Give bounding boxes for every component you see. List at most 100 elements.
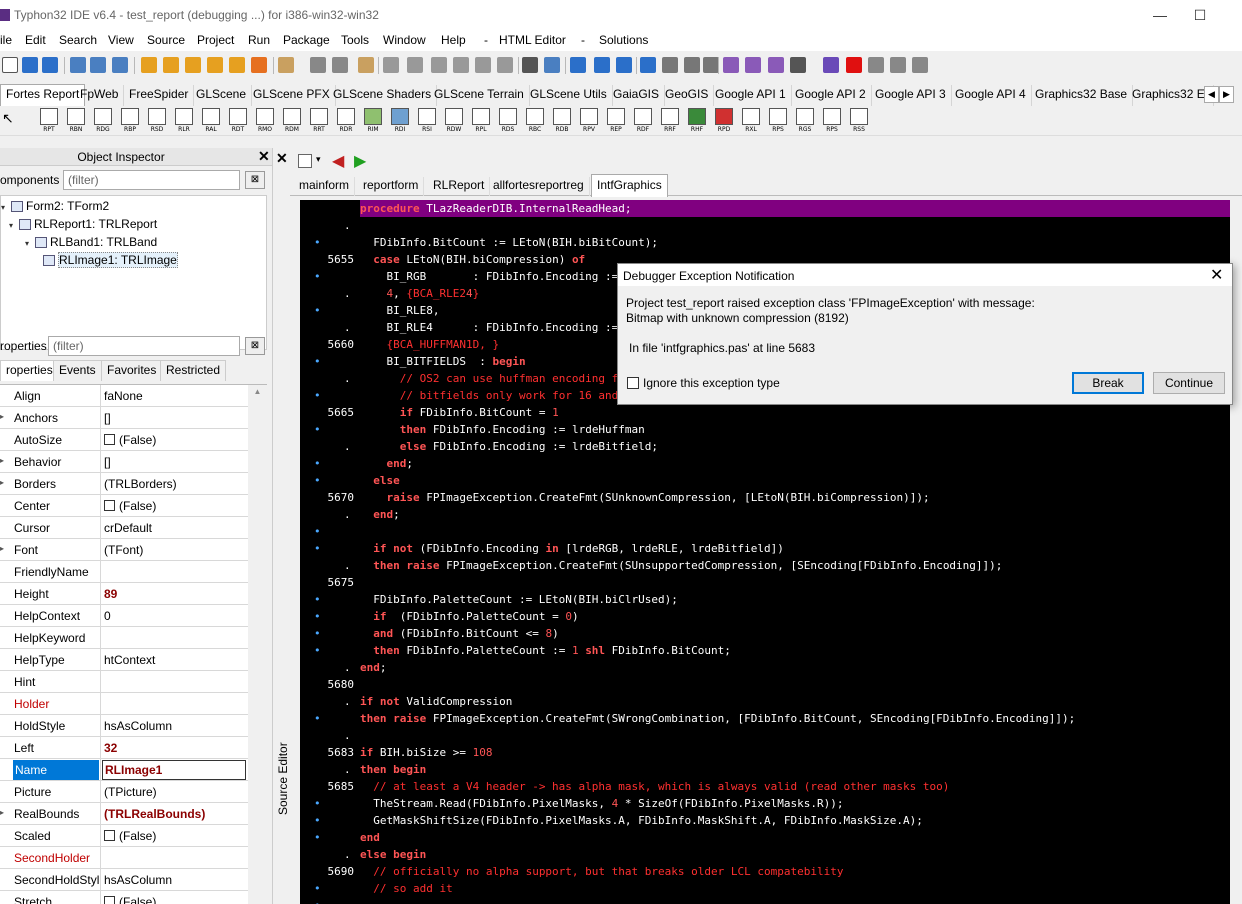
add-to-project-icon[interactable] (497, 57, 513, 73)
name-edit-field[interactable]: RLImage1 (102, 760, 246, 780)
property-row[interactable]: Scaled (False) (0, 825, 248, 847)
tab-glscene[interactable]: GLScene (191, 85, 253, 106)
menu-tools[interactable]: Tools (341, 33, 369, 47)
palette-comp[interactable]: RDR (335, 108, 357, 134)
tab-favorites[interactable]: Favorites (101, 360, 163, 381)
palette-comp[interactable]: RDF (632, 108, 654, 134)
code-tools-icon[interactable] (640, 57, 656, 73)
tab-intfgraphics[interactable]: IntfGraphics (591, 174, 668, 197)
close-icon[interactable]: ✕ (258, 148, 270, 165)
palette-comp[interactable]: RDS (497, 108, 519, 134)
property-row[interactable]: SecondHoldStyl hsAsColumn (0, 869, 248, 891)
palette-comp[interactable]: RBC (524, 108, 546, 134)
collapse-icon[interactable]: ▾ (1, 200, 11, 216)
property-row[interactable]: ▸ Anchors[] (0, 407, 248, 429)
property-row[interactable]: Holder (0, 693, 248, 715)
package-add-icon[interactable] (185, 57, 201, 73)
property-row[interactable]: ▸ Borders (TRLBorders) (0, 473, 248, 495)
back-arrow-icon[interactable]: ◀ (332, 151, 344, 171)
palette-comp[interactable]: RRT (308, 108, 330, 134)
tab-fortes-report[interactable]: Fortes Report (0, 84, 86, 106)
tab-events[interactable]: Events (53, 360, 102, 381)
view-forms-icon[interactable] (407, 57, 423, 73)
tab-freespider[interactable]: FreeSpider (124, 85, 195, 106)
tab-graphics32-ext[interactable]: Graphics32 E: (1127, 85, 1215, 106)
project-inspector-icon[interactable] (475, 57, 491, 73)
palette-comp[interactable]: RDW (443, 108, 465, 134)
property-row[interactable]: ▸ Behavior[] (0, 451, 248, 473)
property-row[interactable]: Cursor crDefault (0, 517, 248, 539)
palette-comp[interactable]: RMO (254, 108, 276, 134)
tab-google-api-4[interactable]: Google API 4 (950, 85, 1032, 106)
property-row[interactable]: Picture (TPicture) (0, 781, 248, 803)
palette-comp[interactable]: RGS (794, 108, 816, 134)
palette-comp[interactable]: RHF (686, 108, 708, 134)
tools-icon[interactable] (662, 57, 678, 73)
scroll-right-icon[interactable]: ▶ (1219, 86, 1234, 103)
property-grid-scrollbar[interactable]: ▲ (248, 385, 267, 904)
tab-graphics32-base[interactable]: Graphics32 Base (1030, 85, 1134, 106)
palette-comp[interactable]: RPT (38, 108, 60, 134)
package-options-icon[interactable] (251, 57, 267, 73)
tab-geogis[interactable]: GeoGIS (660, 85, 715, 106)
menu-source[interactable]: Source (147, 33, 185, 47)
tree-node-rlband1[interactable]: ▾ RLBand1: TRLBand (25, 234, 157, 250)
view-units-icon[interactable] (383, 57, 399, 73)
property-row[interactable]: ▸ Font (TFont) (0, 539, 248, 561)
toggle-form-icon[interactable] (431, 57, 447, 73)
new-icon[interactable] (2, 57, 18, 73)
palette-comp[interactable]: RBP (119, 108, 141, 134)
property-row[interactable]: HelpType htContext (0, 649, 248, 671)
dropdown-icon[interactable] (703, 57, 719, 73)
minimize-button[interactable]: — (1150, 5, 1170, 25)
search-icon[interactable] (70, 57, 86, 73)
expand-icon[interactable]: ▸ (0, 412, 4, 421)
components-filter-input[interactable]: (filter) (63, 170, 240, 190)
menu-solutions[interactable]: Solutions (599, 33, 648, 47)
expand-icon[interactable]: ▸ (0, 456, 4, 465)
palette-comp[interactable]: RSD (146, 108, 168, 134)
palette-comp[interactable]: RDG (92, 108, 114, 134)
tab-fpweb[interactable]: FpWeb (75, 85, 125, 106)
palette-comp[interactable]: RPD (713, 108, 735, 134)
options-icon[interactable] (684, 57, 700, 73)
package-open-icon[interactable] (163, 57, 179, 73)
palette-comp[interactable]: RPL (470, 108, 492, 134)
break-button[interactable]: Break (1072, 372, 1144, 394)
palette-comp[interactable]: RDM (281, 108, 303, 134)
tree-node-form2[interactable]: ▾ Form2: TForm2 (1, 198, 109, 214)
palette-comp[interactable]: RBN (65, 108, 87, 134)
menu-edit[interactable]: Edit (25, 33, 46, 47)
tab-mainform[interactable]: mainform (294, 177, 356, 196)
menu-project[interactable]: Project (197, 33, 234, 47)
clean-icon[interactable] (616, 57, 632, 73)
property-row[interactable]: SecondHolder (0, 847, 248, 869)
palette-comp[interactable]: RPV (578, 108, 600, 134)
property-row[interactable]: HelpContext 0 (0, 605, 248, 627)
clear-filter-icon[interactable]: ⊠ (245, 171, 265, 189)
replace-icon[interactable] (112, 57, 128, 73)
palette-comp[interactable]: RLR (173, 108, 195, 134)
tab-glscene-shaders[interactable]: GLScene Shaders (328, 85, 438, 106)
tab-glscene-pfx[interactable]: GLScene PFX (248, 85, 336, 106)
stop-icon[interactable] (846, 57, 862, 73)
close-icon[interactable]: ✕ (276, 150, 288, 167)
palette-comp[interactable]: RAL (200, 108, 222, 134)
menu-package[interactable]: Package (283, 33, 330, 47)
expand-icon[interactable]: ▸ (0, 808, 4, 817)
tab-google-api-3[interactable]: Google API 3 (870, 85, 952, 106)
expand-icon[interactable]: ▸ (0, 478, 4, 487)
palette-comp[interactable]: RDI (389, 108, 411, 134)
tab-glscene-terrain[interactable]: GLScene Terrain (429, 85, 530, 106)
menu-file[interactable]: ile (0, 33, 12, 47)
palette-comp[interactable]: REP (605, 108, 627, 134)
property-row[interactable]: Align faNone (0, 385, 248, 407)
compile-icon[interactable] (594, 57, 610, 73)
grid-icon[interactable] (544, 57, 560, 73)
tab-gaiagis[interactable]: GaiaGIS (608, 85, 666, 106)
run-icon[interactable] (768, 57, 784, 73)
scroll-left-icon[interactable]: ◀ (1204, 86, 1219, 103)
checkbox-icon[interactable] (104, 896, 115, 904)
maximize-button[interactable]: ☐ (1190, 5, 1210, 25)
tab-reportform[interactable]: reportform (358, 177, 425, 196)
